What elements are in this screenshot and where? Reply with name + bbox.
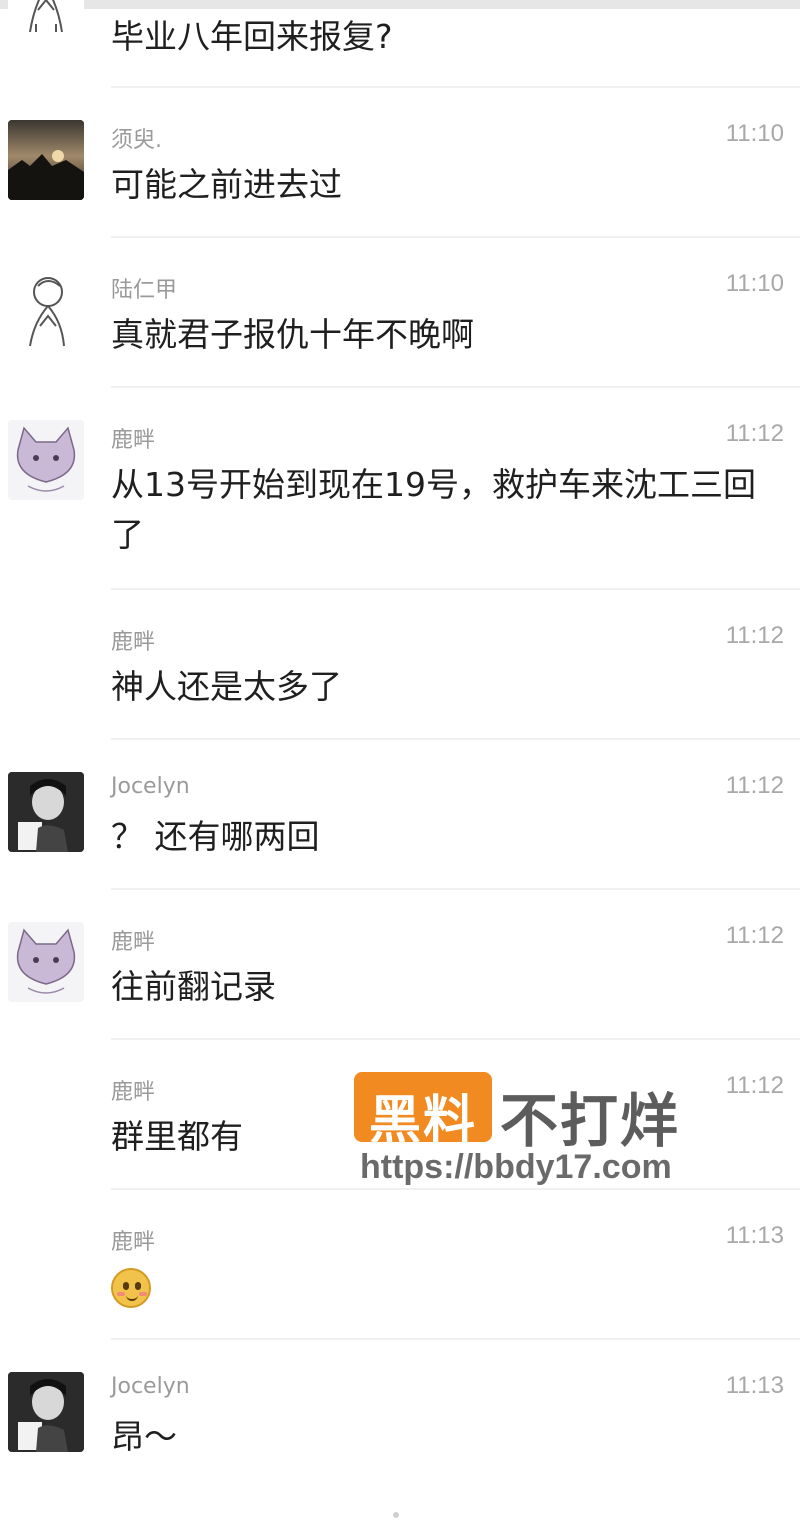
message-text: 从13号开始到现在19号，救护车来沈工三回了 (111, 465, 756, 554)
message-time: 11:12 (725, 922, 784, 949)
message-item[interactable]: Jocelyn 11:12 ？ 还有哪两回 (0, 740, 800, 890)
cat-avatar-icon (16, 928, 76, 994)
chat-message-list[interactable]: 毕业八年回来报复? 须臾. 11:10 可能之前进去过 陆仁甲 11:10 真就… (0, 0, 800, 1527)
avatar[interactable] (8, 772, 84, 852)
watermark: 黑料 不打烊 https://bbdy17.com (354, 1072, 724, 1192)
avatar[interactable] (8, 120, 84, 200)
message-text: ？ 还有哪两回 (111, 817, 320, 856)
avatar[interactable] (8, 270, 84, 350)
sender-name[interactable]: 鹿畔 (111, 1074, 155, 1106)
message-item[interactable]: 鹿畔 11:12 神人还是太多了 (0, 590, 800, 740)
message-item[interactable]: Jocelyn 11:13 昂～ (0, 1340, 800, 1500)
message-text: 可能之前进去过 (111, 165, 342, 204)
message-text: 神人还是太多了 (111, 667, 342, 706)
message-item[interactable]: 鹿畔 11:13 (0, 1190, 800, 1340)
message-text: 毕业八年回来报复? (111, 17, 393, 56)
bw-photo-avatar-icon (8, 1372, 84, 1452)
avatar[interactable] (8, 1372, 84, 1452)
line-drawing-avatar-icon (29, 277, 65, 347)
message-item[interactable]: 须臾. 11:10 可能之前进去过 (0, 88, 800, 238)
message-text: 真就君子报仇十年不晚啊 (111, 315, 474, 354)
watermark-title: 不打烊 (500, 1087, 681, 1155)
sender-name[interactable]: 须臾. (111, 122, 162, 154)
sender-name[interactable]: 鹿畔 (111, 1224, 155, 1256)
blushing-face-emoji-icon (111, 1268, 151, 1308)
sender-name[interactable]: 鹿畔 (111, 624, 155, 656)
sender-name[interactable]: 鹿畔 (111, 924, 155, 956)
avatar[interactable] (8, 922, 84, 1002)
message-item[interactable]: 陆仁甲 11:10 真就君子报仇十年不晚啊 (0, 238, 800, 388)
message-time: 11:12 (725, 420, 784, 447)
message-time: 11:12 (725, 1072, 784, 1099)
sender-name[interactable]: Jocelyn (111, 774, 190, 799)
message-text: 昂～ (111, 1417, 177, 1456)
scroll-indicator (393, 1512, 399, 1518)
message-item[interactable]: 鹿畔 11:12 往前翻记录 (0, 890, 800, 1040)
message-time: 11:12 (725, 772, 784, 799)
message-time: 11:12 (725, 622, 784, 649)
message-time: 11:13 (725, 1222, 784, 1249)
message-text: 往前翻记录 (111, 967, 276, 1006)
cat-avatar-icon (16, 426, 76, 492)
message-item[interactable]: 毕业八年回来报复? (0, 0, 800, 88)
watermark-badge: 黑料 (354, 1072, 492, 1151)
watermark-badge-text: 黑料 (368, 1091, 477, 1151)
avatar[interactable] (8, 420, 84, 500)
photo-avatar-icon (8, 120, 84, 200)
bw-photo-avatar-icon (8, 772, 84, 852)
avatar[interactable] (8, 0, 84, 46)
message-item[interactable]: 鹿畔 11:12 从13号开始到现在19号，救护车来沈工三回了 (0, 388, 800, 590)
sender-name[interactable]: Jocelyn (111, 1374, 190, 1399)
message-time: 11:10 (725, 270, 784, 297)
line-drawing-avatar-icon (29, 0, 63, 33)
message-time: 11:13 (725, 1372, 784, 1399)
sender-name[interactable]: 陆仁甲 (111, 272, 177, 304)
watermark-url: https://bbdy17.com (360, 1148, 672, 1186)
message-time: 11:10 (725, 120, 784, 147)
sender-name[interactable]: 鹿畔 (111, 422, 155, 454)
